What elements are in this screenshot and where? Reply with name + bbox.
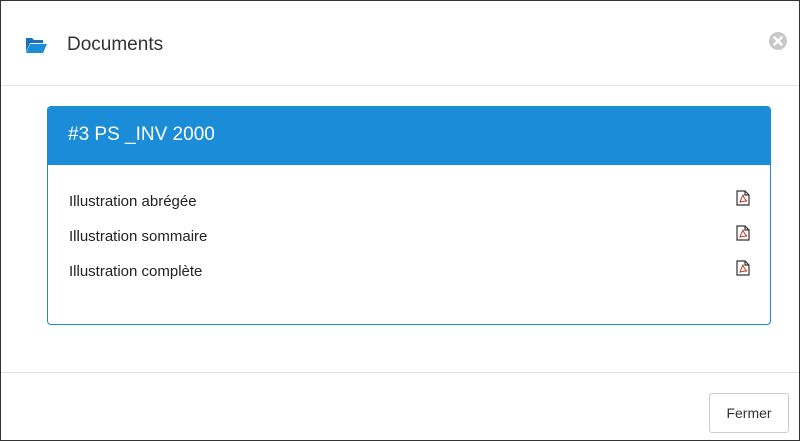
document-list: Illustration abrégée Illustration sommai… — [48, 187, 770, 292]
close-icon[interactable] — [768, 31, 788, 51]
document-panel: #3 PS _INV 2000 Illustration abrégée Ill… — [47, 106, 771, 325]
documents-modal: Documents #3 PS _INV 2000 Illustration a… — [0, 0, 800, 441]
pdf-icon[interactable] — [736, 190, 750, 206]
document-label: Illustration complète — [69, 263, 203, 280]
modal-title: Documents — [67, 34, 164, 55]
close-button[interactable]: Fermer — [709, 393, 789, 433]
pdf-icon[interactable] — [736, 260, 750, 276]
panel-heading: #3 PS _INV 2000 — [48, 107, 770, 165]
folder-open-icon — [25, 36, 47, 54]
list-item: Illustration sommaire — [48, 222, 770, 257]
panel-title: #3 PS _INV 2000 — [68, 124, 215, 145]
list-item: Illustration abrégée — [48, 187, 770, 222]
document-label: Illustration sommaire — [69, 228, 208, 245]
modal-header: Documents — [1, 1, 799, 86]
pdf-icon[interactable] — [736, 225, 750, 241]
modal-footer: Fermer — [1, 372, 799, 441]
list-item: Illustration complète — [48, 257, 770, 292]
modal-body: #3 PS _INV 2000 Illustration abrégée Ill… — [1, 86, 799, 372]
document-label: Illustration abrégée — [69, 193, 197, 210]
